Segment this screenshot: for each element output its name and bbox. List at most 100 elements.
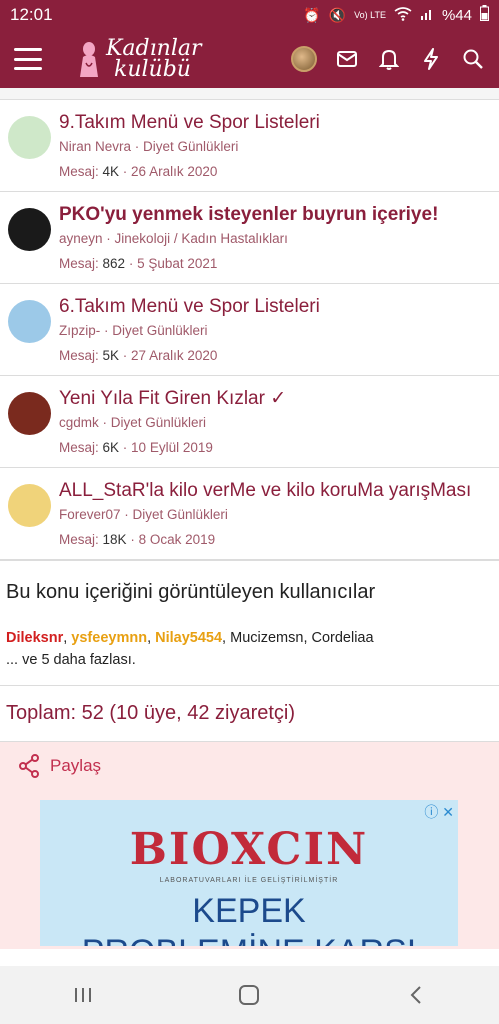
mute-icon: 🔇 [328,6,347,23]
thread-avatar[interactable] [8,116,51,159]
thread-title[interactable]: 9.Takım Menü ve Spor Listeleri [59,110,491,136]
thread-list: 9.Takım Menü ve Spor Listeleri Niran Nev… [0,100,499,560]
separator [0,88,499,100]
ad-headline-1: KEPEK [192,892,306,930]
battery-level: %44 [441,6,472,24]
advertisement[interactable]: ⓘ ✕ BIOXCIN LABORATUVARLARI İLE GELİŞTİR… [40,800,458,946]
thread-avatar[interactable] [8,392,51,435]
viewers-more: ... ve 5 daha fazlası. [6,652,136,668]
thread-meta: Forever07 · Diyet Günlükleri [59,507,228,522]
replies-label: Mesaj: [59,256,99,271]
thread-row[interactable]: 9.Takım Menü ve Spor Listeleri Niran Nev… [0,100,499,192]
system-nav-bar [0,966,499,1024]
thread-avatar[interactable] [8,208,51,251]
app-bar: Kadınlar kulübü [0,30,499,88]
network-label: Vo) LTE [354,10,386,20]
wifi-icon [394,6,412,24]
thread-meta: cgdmk · Diyet Günlükleri [59,415,207,430]
thread-date[interactable]: 8 Ocak 2019 [139,532,216,547]
thread-stats: Mesaj: 4K · 26 Aralık 2020 [59,164,218,179]
recents-icon [75,988,92,1002]
search-icon[interactable] [461,47,485,71]
alarm-icon: ⏰ [303,6,321,23]
ad-brand: BIOXCIN [129,824,369,875]
viewers-section: Bu konu içeriğini görüntüleyen kullanıcı… [0,560,499,671]
replies-count: 4K [102,164,120,179]
recents-button[interactable] [63,975,103,1015]
status-time: 12:01 [10,5,53,24]
home-button[interactable] [229,975,269,1015]
ad-tagline: LABORATUVARLARI İLE GELİŞTİRİLMİŞTİR [159,877,339,884]
thread-date[interactable]: 26 Aralık 2020 [131,164,217,179]
thread-row[interactable]: PKO'yu yenmek isteyenler buyrun içeriye!… [0,192,499,284]
viewer-name[interactable]: Nilay5454 [155,630,222,646]
thread-date[interactable]: 10 Eylül 2019 [131,440,213,455]
thread-title[interactable]: ALL_StaR'la kilo verMe ve kilo koruMa ya… [59,478,491,504]
thread-author[interactable]: cgdmk [59,415,99,430]
viewers-title: Bu konu içeriğini görüntüleyen kullanıcı… [6,581,376,603]
thread-stats: Mesaj: 6K · 10 Eylül 2019 [59,440,213,455]
thread-title[interactable]: PKO'yu yenmek isteyenler buyrun içeriye! [59,202,491,228]
back-button[interactable] [396,975,436,1015]
thread-meta: Zıpzip- · Diyet Günlükleri [59,323,208,338]
thread-stats: Mesaj: 5K · 27 Aralık 2020 [59,348,218,363]
thread-forum[interactable]: Diyet Günlükleri [111,415,206,430]
thread-row[interactable]: 6.Takım Menü ve Spor Listeleri Zıpzip- ·… [0,284,499,376]
viewer-name[interactable]: Dileksnr [6,630,63,646]
thread-forum[interactable]: Jinekoloji / Kadın Hastalıkları [115,231,288,246]
thread-title[interactable]: 6.Takım Menü ve Spor Listeleri [59,294,491,320]
status-bar: 12:01 ⏰ 🔇 Vo) LTE %44 [0,0,499,30]
logo-line1: Kadınlar [106,36,202,61]
viewers-list: Dileksnr, ysfeeymnn, Nilay5454, Mucizems… [6,627,493,671]
thread-meta: ayneyn · Jinekoloji / Kadın Hastalıkları [59,231,288,246]
thread-stats: Mesaj: 862 · 5 Şubat 2021 [59,256,218,271]
replies-count: 862 [102,256,126,271]
viewer-names: Dileksnr, ysfeeymnn, Nilay5454, Mucizems… [6,630,374,646]
replies-label: Mesaj: [59,440,99,455]
replies-count: 5K [102,348,120,363]
ad-close-icon[interactable]: ⓘ ✕ [424,802,454,822]
replies-count: 6K [102,440,120,455]
thread-forum[interactable]: Diyet Günlükleri [143,139,238,154]
thread-meta: Niran Nevra · Diyet Günlükleri [59,139,239,154]
share-label: Paylaş [50,756,102,775]
thread-author[interactable]: Niran Nevra [59,139,131,154]
thread-forum[interactable]: Diyet Günlükleri [133,507,228,522]
thread-avatar[interactable] [8,484,51,527]
signal-icon [420,7,434,24]
thread-avatar[interactable] [8,300,51,343]
replies-count: 18K [102,532,127,547]
thread-author[interactable]: ayneyn [59,231,103,246]
replies-label: Mesaj: [59,164,99,179]
battery-icon [480,5,489,25]
thread-date[interactable]: 5 Şubat 2021 [137,256,217,271]
logo-mark-icon [80,42,98,77]
viewer-name[interactable]: Cordeliaa [312,630,374,646]
viewer-name[interactable]: ysfeeymnn [71,630,147,646]
thread-author[interactable]: Forever07 [59,507,121,522]
home-icon [239,985,260,1005]
back-icon [410,986,421,1004]
thread-author[interactable]: Zıpzip- [59,323,100,338]
site-logo[interactable]: Kadınlar kulübü [76,36,202,82]
thread-title[interactable]: Yeni Yıla Fit Giren Kızlar ✓ [59,386,491,412]
total-count: Toplam: 52 (10 üye, 42 ziyaretçi) [0,685,499,742]
thread-stats: Mesaj: 18K · 8 Ocak 2019 [59,532,216,547]
replies-label: Mesaj: [59,348,99,363]
thread-row[interactable]: ALL_StaR'la kilo verMe ve kilo koruMa ya… [0,468,499,560]
mail-icon[interactable] [335,47,359,71]
ad-headline-2: PROBLEMİNE KARŞI [40,933,458,946]
share-button[interactable]: Paylaş [18,754,481,778]
user-avatar[interactable] [291,46,317,72]
share-area: Paylaş ⓘ ✕ BIOXCIN LABORATUVARLARI İLE G… [0,742,499,949]
menu-icon[interactable] [14,48,42,70]
replies-label: Mesaj: [59,532,99,547]
thread-date[interactable]: 27 Aralık 2020 [131,348,217,363]
bolt-icon[interactable] [419,47,443,71]
thread-row[interactable]: Yeni Yıla Fit Giren Kızlar ✓ cgdmk · Diy… [0,376,499,468]
thread-forum[interactable]: Diyet Günlükleri [112,323,207,338]
share-icon [19,754,39,778]
bell-icon[interactable] [377,47,401,71]
viewer-name[interactable]: Mucizemsn [230,630,303,646]
logo-line2: kulübü [114,57,191,82]
